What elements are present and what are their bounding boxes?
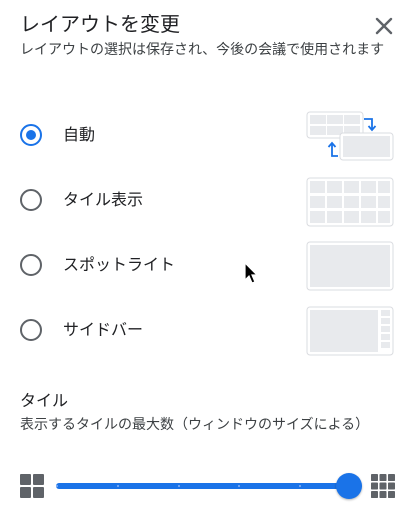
- tiles-section-title: タイル: [20, 391, 69, 410]
- grid-large-icon: [371, 474, 395, 498]
- slider-thumb[interactable]: [336, 473, 362, 499]
- layout-option-label: サイドバー: [63, 320, 144, 339]
- dialog-title: レイアウトを変更: [20, 12, 180, 36]
- layout-option-auto[interactable]: 自動: [0, 109, 414, 165]
- layout-option-tiled[interactable]: タイル表示: [0, 174, 414, 230]
- tiles-slider[interactable]: [56, 470, 362, 502]
- layout-option-sidebar[interactable]: サイドバー: [0, 304, 414, 360]
- slider-track[interactable]: [56, 483, 362, 489]
- layout-option-label: スポットライト: [63, 255, 176, 274]
- mouse-cursor-icon: [244, 262, 259, 284]
- layout-option-label: 自動: [63, 125, 96, 144]
- slider-tick: [299, 485, 301, 487]
- slider-tick: [117, 485, 119, 487]
- layout-option-label: タイル表示: [63, 190, 144, 209]
- radio-tiled[interactable]: [20, 189, 42, 211]
- grid-small-icon: [20, 474, 44, 498]
- slider-tick: [178, 485, 180, 487]
- radio-spotlight[interactable]: [20, 254, 42, 276]
- dialog-subtitle: レイアウトの選択は保存され、今後の会議で使用されます: [20, 42, 385, 58]
- slider-tick: [238, 485, 240, 487]
- layout-auto-icon: [306, 111, 394, 161]
- layout-tiled-icon: [306, 177, 394, 227]
- layout-sidebar-icon: [306, 306, 394, 356]
- radio-sidebar[interactable]: [20, 319, 42, 341]
- slider-tick: [56, 485, 58, 487]
- layout-spotlight-icon: [306, 241, 394, 291]
- radio-auto[interactable]: [20, 124, 42, 146]
- tiles-section-description: 表示するタイルの最大数（ウィンドウのサイズによる）: [20, 417, 370, 433]
- close-icon[interactable]: [370, 12, 398, 40]
- layout-option-spotlight[interactable]: スポットライト: [0, 239, 414, 295]
